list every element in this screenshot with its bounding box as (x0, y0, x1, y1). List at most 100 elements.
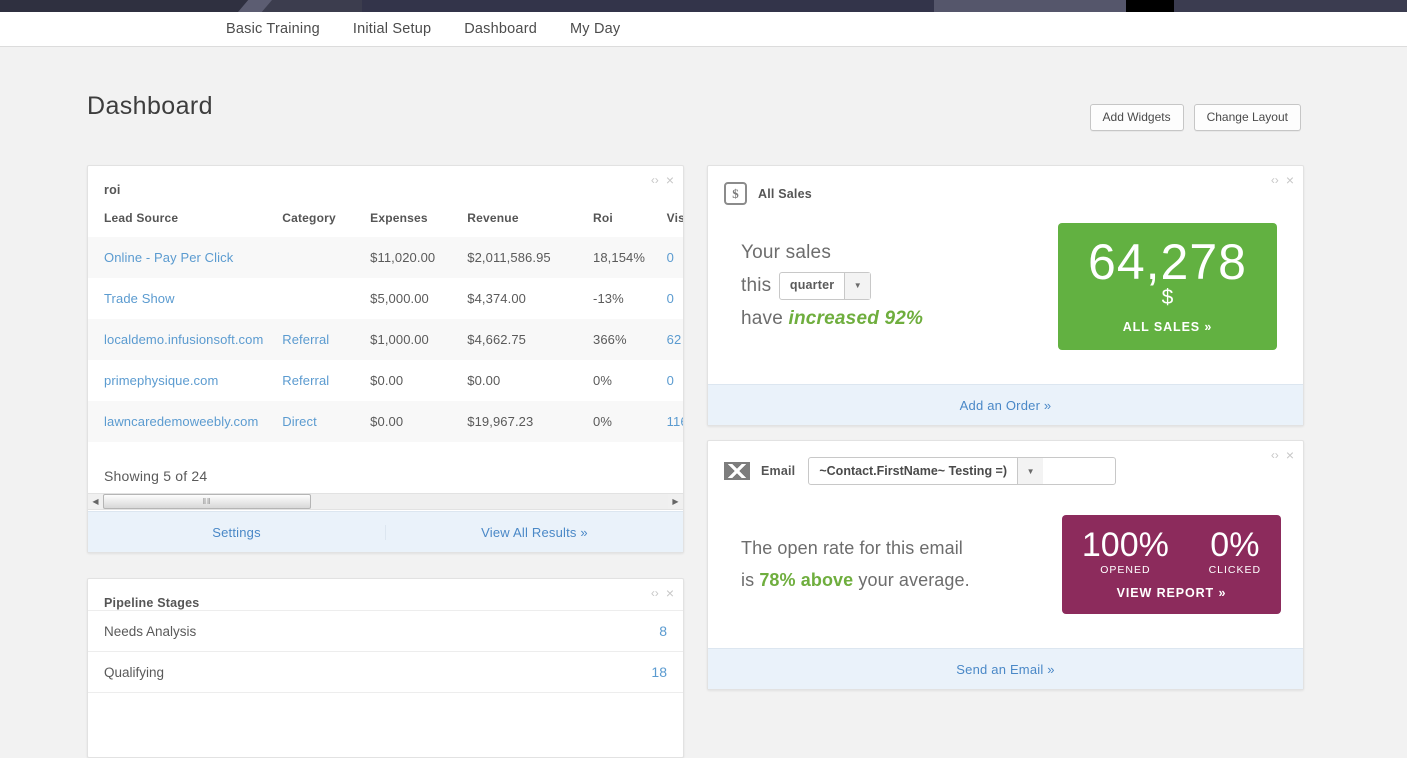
cell-roi: 18,154% (593, 250, 646, 265)
nav-item-basic-training[interactable]: Basic Training (226, 21, 320, 37)
roi-horizontal-scrollbar[interactable]: ◀ ‖‖ ▶ (88, 493, 683, 510)
cell-lead-source[interactable]: lawncaredemoweebly.com (88, 401, 282, 442)
email-line-1: The open rate for this email (741, 538, 963, 559)
cell-visits[interactable]: 0 (667, 360, 683, 401)
cell-expenses: $0.00 (370, 414, 404, 429)
list-item-partial (88, 692, 683, 717)
roi-settings-link[interactable]: Settings (88, 525, 385, 540)
sales-widget-header: $ All Sales (708, 166, 1303, 205)
nav-item-dashboard[interactable]: Dashboard (464, 21, 537, 37)
browser-chrome-strip (0, 0, 1407, 12)
chevron-down-icon: ▼ (844, 273, 871, 300)
all-sales-cta[interactable]: ALL SALES » (1058, 320, 1277, 334)
add-an-order-link[interactable]: Add an Order » (708, 398, 1303, 413)
collapse-icon[interactable]: ‹› (1271, 174, 1279, 186)
roi-table-head: Lead Source Category Expenses Revenue Ro… (88, 211, 683, 237)
sales-widget-body: Your sales this quarter ▼ have increased… (708, 205, 1303, 350)
email-summary-text: The open rate for this email is 78% abov… (741, 533, 1062, 596)
pipeline-stage-count[interactable]: 8 (659, 623, 667, 639)
cell-lead-source[interactable]: Trade Show (88, 278, 282, 319)
cell-revenue: $19,967.23 (467, 414, 534, 429)
sales-line-1: Your sales (741, 242, 832, 264)
cell-lead-source[interactable]: localdemo.infusionsoft.com (88, 319, 282, 360)
close-icon[interactable]: × (666, 173, 674, 187)
cell-revenue: $2,011,586.95 (467, 250, 551, 265)
table-row: primephysique.com Referral $0.00 $0.00 0… (88, 360, 683, 401)
nav-item-my-day[interactable]: My Day (570, 21, 620, 37)
change-layout-button[interactable]: Change Layout (1193, 104, 1301, 131)
sales-line-3-prefix: have (741, 307, 784, 329)
cell-expenses: $11,020.00 (370, 250, 436, 265)
sales-widget-tools: ‹› × (1271, 173, 1294, 187)
header-actions: Add Widgets Change Layout (1089, 104, 1301, 131)
cell-roi: 0% (593, 373, 613, 388)
cell-category[interactable]: Referral (282, 319, 370, 360)
main-navbar: Basic Training Initial Setup Dashboard M… (0, 12, 1407, 47)
send-an-email-link[interactable]: Send an Email » (708, 662, 1303, 677)
cell-category[interactable] (282, 278, 370, 319)
view-report-cta[interactable]: VIEW REPORT » (1062, 586, 1281, 600)
column-header-expenses[interactable]: Expenses (370, 211, 467, 237)
pipeline-widget-tools: ‹› × (651, 586, 674, 600)
column-header-roi[interactable]: Roi (593, 211, 667, 237)
column-header-lead-source[interactable]: Lead Source (88, 211, 282, 237)
roi-table-body: Online - Pay Per Click $11,020.00 $2,011… (88, 237, 683, 442)
cell-category[interactable]: Direct (282, 401, 370, 442)
scrollbar-thumb[interactable]: ‖‖ (103, 494, 311, 509)
column-header-revenue[interactable]: Revenue (467, 211, 593, 237)
table-row: Trade Show $5,000.00 $4,374.00 -13% 0 (88, 278, 683, 319)
all-sales-tile[interactable]: 64,278 $ ALL SALES » (1058, 223, 1277, 350)
email-opened-value: 100% (1081, 526, 1169, 564)
pipeline-stage-count[interactable]: 18 (651, 664, 667, 680)
close-icon[interactable]: × (1286, 448, 1294, 462)
chrome-segment-e (1126, 0, 1174, 12)
sales-line-2-prefix: this (741, 275, 772, 297)
close-icon[interactable]: × (666, 586, 674, 600)
cell-category[interactable]: Referral (282, 360, 370, 401)
scrollbar-track[interactable]: ‖‖ (103, 494, 668, 509)
collapse-icon[interactable]: ‹› (651, 587, 659, 599)
cell-visits[interactable]: 0 (667, 237, 683, 278)
pipeline-stage-label: Qualifying (104, 664, 165, 680)
table-row: Online - Pay Per Click $11,020.00 $2,011… (88, 237, 683, 278)
dollar-square-icon: $ (724, 182, 747, 205)
roi-widget-title: roi (104, 183, 121, 197)
roi-table-scroll-viewport: Lead Source Category Expenses Revenue Ro… (88, 197, 683, 442)
email-line-2-suffix: your average. (858, 569, 970, 590)
roi-widget-tools: ‹› × (651, 173, 674, 187)
email-widget-tools: ‹› × (1271, 448, 1294, 462)
cell-roi: 0% (593, 414, 613, 429)
column-header-visits[interactable]: Visit (667, 211, 683, 237)
email-stats-tile[interactable]: 100% OPENED 0% CLICKED VIEW REPORT » (1062, 515, 1281, 615)
scroll-left-arrow-icon[interactable]: ◀ (88, 497, 103, 506)
email-widget-body: The open rate for this email is 78% abov… (708, 485, 1303, 615)
cell-lead-source[interactable]: primephysique.com (88, 360, 282, 401)
chrome-segment-f (1174, 0, 1407, 12)
close-icon[interactable]: × (1286, 173, 1294, 187)
email-select[interactable]: ~Contact.FirstName~ Testing =) ▼ (808, 457, 1117, 485)
cell-visits[interactable]: 116 (667, 401, 683, 442)
column-header-category[interactable]: Category (282, 211, 370, 237)
collapse-icon[interactable]: ‹› (651, 174, 659, 186)
roi-widget-header: roi (88, 166, 683, 197)
roi-view-all-results-link[interactable]: View All Results » (385, 524, 683, 540)
envelope-icon (724, 462, 750, 480)
email-line-2: is 78% above your average. (741, 565, 1062, 597)
nav-item-initial-setup[interactable]: Initial Setup (353, 21, 431, 37)
collapse-icon[interactable]: ‹› (1271, 449, 1279, 461)
sales-period-select[interactable]: quarter ▼ (778, 272, 872, 301)
list-item[interactable]: Needs Analysis 8 (88, 610, 683, 651)
cell-visits[interactable]: 62 (667, 319, 683, 360)
cell-revenue: $0.00 (467, 373, 501, 388)
add-widgets-button[interactable]: Add Widgets (1089, 104, 1184, 131)
email-clicked-value: 0% (1210, 526, 1260, 564)
scroll-right-arrow-icon[interactable]: ▶ (668, 497, 683, 506)
cell-roi: 366% (593, 332, 627, 347)
list-item[interactable]: Qualifying 18 (88, 651, 683, 692)
roi-header-row: Lead Source Category Expenses Revenue Ro… (88, 211, 683, 237)
cell-category[interactable] (282, 237, 370, 278)
cell-lead-source[interactable]: Online - Pay Per Click (88, 237, 282, 278)
cell-revenue: $4,374.00 (467, 291, 526, 306)
cell-visits[interactable]: 0 (667, 278, 683, 319)
pipeline-widget-title: Pipeline Stages (104, 596, 200, 610)
